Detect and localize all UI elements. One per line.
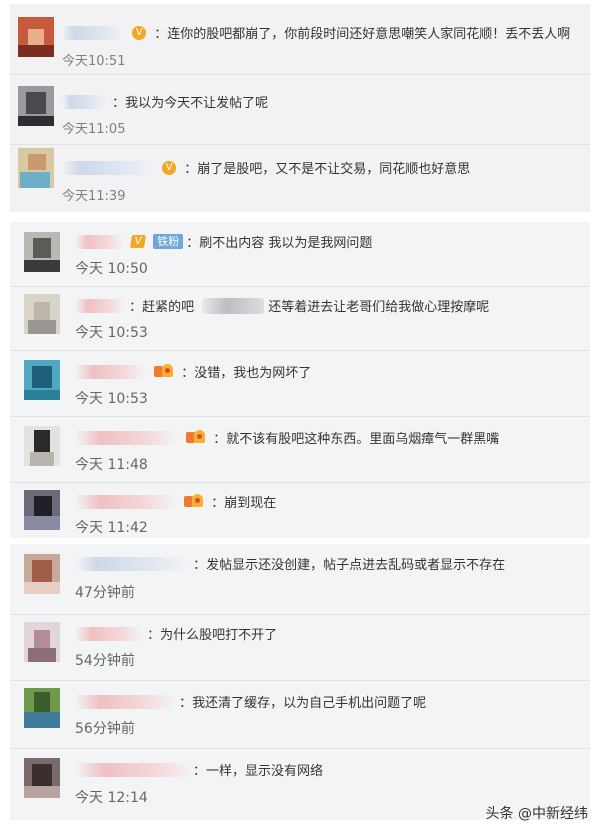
username-blurred[interactable] [75,762,193,777]
username-blurred[interactable] [62,25,124,40]
username-blurred[interactable] [75,556,189,571]
username-blurred[interactable] [75,694,175,709]
verified-badge-icon: V [130,235,147,248]
comment-line: ：崩到现在 [75,492,276,512]
username-blurred[interactable] [75,364,147,379]
comment-line: ：没错，我也为网坏了 [75,362,311,382]
comment-text: ：就不该有股吧这种东西。里面乌烟瘴气一群黑嘴 [213,432,500,447]
comment-panel-1: V ：连你的股吧都崩了，你前段时间还好意思嘲笑人家同花顺！丢不丢人啊 今天10:… [10,4,590,212]
avatar[interactable] [24,426,60,466]
comment-line: V 铁粉 ：刷不出内容 我以为是我网问题 [75,232,372,252]
username-blurred[interactable] [75,626,143,641]
comment-time: 今天11:05 [62,122,126,137]
avatar[interactable] [18,17,54,57]
comment-panel-3: ：发帖显示还没创建，帖子点进去乱码或者显示不存在 47分钟前 ：为什么股吧打不开… [10,544,590,820]
comment-item: ：我还清了缓存，以为自己手机出问题了呢 56分钟前 [10,680,590,749]
vip-badge-icon [186,430,206,445]
comment-panel-2: V 铁粉 ：刷不出内容 我以为是我网问题 今天 10:50 ：赶紧的吧 还等着进去… [10,222,590,538]
comment-time: 47分钟前 [75,585,135,601]
comment-time: 今天 11:42 [75,520,148,536]
avatar[interactable] [24,758,60,798]
username-blurred[interactable] [75,430,179,445]
username-blurred[interactable] [62,160,154,175]
comment-time: 今天 10:53 [75,391,148,407]
avatar[interactable] [24,688,60,728]
comment-item: ：发帖显示还没创建，帖子点进去乱码或者显示不存在 47分钟前 [10,544,590,615]
comment-text: ：为什么股吧打不开了 [147,628,278,643]
username-blurred[interactable] [75,234,123,249]
avatar[interactable] [24,360,60,400]
comment-time: 今天 12:14 [75,790,148,806]
verified-badge-icon: V [162,160,177,175]
comment-item: ：没错，我也为网坏了 今天 10:53 [10,350,590,417]
comment-text: ：我还清了缓存，以为自己手机出问题了呢 [179,696,427,711]
comment-item: ：赶紧的吧 还等着进去让老哥们给我做心理按摩呢 今天 10:53 [10,286,590,351]
username-blurred[interactable] [75,298,125,313]
comment-line: ：我还清了缓存，以为自己手机出问题了呢 [75,692,426,712]
comment-line: V ：连你的股吧都崩了，你前段时间还好意思嘲笑人家同花顺！丢不丢人啊 [62,23,570,43]
avatar[interactable] [18,148,54,188]
comment-line: ：为什么股吧打不开了 [75,624,277,644]
comment-item: V ：连你的股吧都崩了，你前段时间还好意思嘲笑人家同花顺！丢不丢人啊 今天10:… [10,4,590,75]
username-blurred[interactable] [62,94,108,109]
comment-text: ：崩了是股吧，又不是不让交易，同花顺也好意思 [184,162,471,177]
comment-screenshot-page: V ：连你的股吧都崩了，你前段时间还好意思嘲笑人家同花顺！丢不丢人啊 今天10:… [0,0,600,835]
comment-time: 今天 10:53 [75,325,148,341]
vip-badge-icon [184,494,204,509]
vip-badge-icon [154,364,174,379]
comment-item: ：我以为今天不让发帖了呢 今天11:05 [10,74,590,145]
comment-line: ：发帖显示还没创建，帖子点进去乱码或者显示不存在 [75,554,505,574]
comment-time: 今天10:51 [62,54,126,69]
comment-line: ：一样，显示没有网络 [75,760,323,780]
comment-item: ：就不该有股吧这种东西。里面乌烟瘴气一群黑嘴 今天 11:48 [10,416,590,483]
comment-text: ：我以为今天不让发帖了呢 [112,96,269,111]
comment-text: ：一样，显示没有网络 [193,764,324,779]
comment-item: V 铁粉 ：刷不出内容 我以为是我网问题 今天 10:50 [10,222,590,287]
verified-badge-icon: V [132,25,147,40]
username-blurred[interactable] [75,494,177,509]
comment-time: 今天 10:50 [75,261,148,277]
comment-text-pre: ：赶紧的吧 [129,300,195,315]
mention-blurred[interactable] [202,297,265,314]
comment-text: 还等着进去让老哥们给我做心理按摩呢 [268,300,490,315]
comment-time: 今天11:39 [62,189,126,204]
avatar[interactable] [24,294,60,334]
comment-text: ：刷不出内容 我以为是我网问题 [186,236,373,251]
watermark-text: 头条 @中新经纬 [485,806,588,822]
comment-item: V ：崩了是股吧，又不是不让交易，同花顺也好意思 今天11:39 [10,144,590,212]
comment-time: 54分钟前 [75,653,135,669]
comment-text: ：没错，我也为网坏了 [181,366,312,381]
comment-line: ：我以为今天不让发帖了呢 [62,92,268,112]
avatar[interactable] [24,622,60,662]
comment-text: ：发帖显示还没创建，帖子点进去乱码或者显示不存在 [193,558,506,573]
comment-item: ：崩到现在 今天 11:42 [10,482,590,538]
comment-line: ：赶紧的吧 还等着进去让老哥们给我做心理按摩呢 [75,296,489,316]
avatar[interactable] [24,232,60,272]
comment-text: ：连你的股吧都崩了，你前段时间还好意思嘲笑人家同花顺！丢不丢人啊 [154,27,571,42]
comment-time: 今天 11:48 [75,457,148,473]
fan-badge: 铁粉 [153,234,184,249]
avatar[interactable] [18,86,54,126]
avatar[interactable] [24,554,60,594]
comment-time: 56分钟前 [75,721,135,737]
comment-line: ：就不该有股吧这种东西。里面乌烟瘴气一群黑嘴 [75,428,499,448]
comment-line: V ：崩了是股吧，又不是不让交易，同花顺也好意思 [62,158,470,178]
comment-item: ：为什么股吧打不开了 54分钟前 [10,614,590,681]
comment-text: ：崩到现在 [211,496,277,511]
avatar[interactable] [24,490,60,530]
